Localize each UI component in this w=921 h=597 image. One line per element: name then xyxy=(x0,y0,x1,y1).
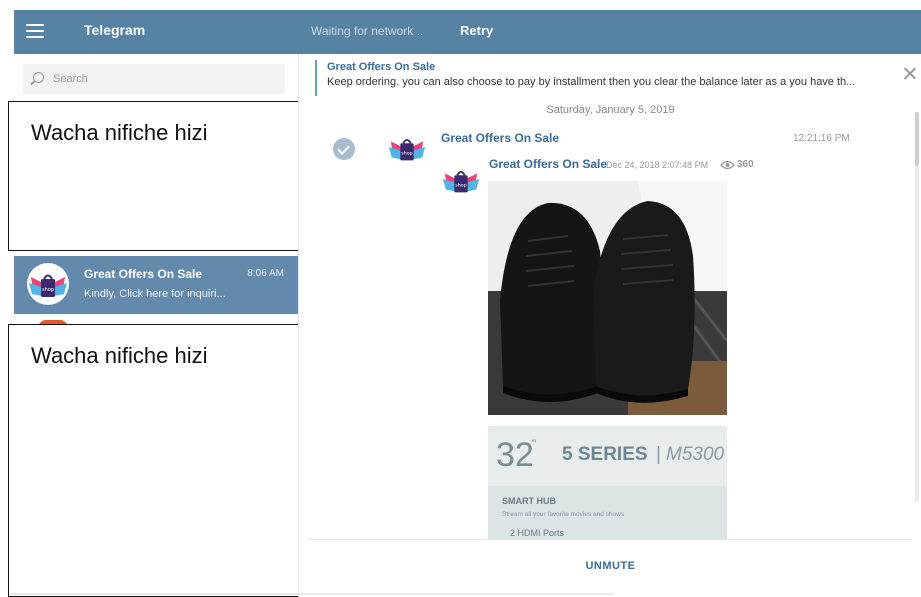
search-input[interactable] xyxy=(53,70,273,88)
date-separator: Saturday, January 5, 2019 xyxy=(546,104,675,116)
chat-panel: Great Offers On Sale Keep ordering. you … xyxy=(298,54,921,597)
tv-size: 32 xyxy=(496,436,534,474)
message-author[interactable]: Great Offers On Sale xyxy=(441,131,559,145)
app-title: Telegram xyxy=(84,22,146,38)
pinned-message[interactable]: Great Offers On Sale Keep ordering. you … xyxy=(315,60,915,96)
author-avatar[interactable]: shop xyxy=(387,128,427,168)
network-status: Waiting for network .. xyxy=(311,24,424,38)
scroll-thumb[interactable] xyxy=(915,112,919,166)
dialog-name: Great Offers On Sale xyxy=(84,267,203,281)
bottom-divider xyxy=(10,593,613,595)
top-header: Telegram Waiting for network .. Retry xyxy=(14,10,921,54)
svg-text:|: | xyxy=(656,444,661,465)
tv-feature-title: SMART HUB xyxy=(502,496,556,506)
forwarded-date: Dec 24, 2018 2:07:48 PM xyxy=(606,160,709,170)
search-box[interactable] xyxy=(23,64,285,94)
dialog-item-great-offers[interactable]: shop Great Offers On Sale 8:06 AM Kindly… xyxy=(14,256,298,314)
unmute-button[interactable]: UNMUTE xyxy=(309,560,912,572)
tv-size-unit: " xyxy=(532,437,536,451)
redaction-box: Wacha nifiche hizi xyxy=(8,101,303,251)
avatar: shop xyxy=(27,263,69,305)
forwarded-author-avatar[interactable]: shop xyxy=(441,160,481,200)
views-eye-icon xyxy=(720,160,735,170)
svg-text:shop: shop xyxy=(42,287,54,293)
search-icon xyxy=(33,72,44,83)
forwarded-author[interactable]: Great Offers On Sale xyxy=(489,157,607,171)
svg-text:shop: shop xyxy=(455,183,466,189)
tv-series: 5 SERIES xyxy=(562,444,648,465)
tv-ports: 2 HDMI Ports xyxy=(510,528,565,538)
hamburger-menu-icon[interactable] xyxy=(26,24,44,38)
retry-button[interactable]: Retry xyxy=(460,23,493,38)
chat-scrollbar[interactable] xyxy=(915,112,919,502)
dialog-preview: Kindly, Click here for inquiri... xyxy=(84,288,226,300)
close-pinned-icon[interactable] xyxy=(903,66,917,80)
message-time: 12:21:16 PM xyxy=(793,133,850,144)
dialog-time: 8:06 AM xyxy=(247,268,284,279)
tv-feature-text: Stream all your favorite movies and show… xyxy=(502,511,625,518)
pinned-title: Great Offers On Sale xyxy=(327,61,436,73)
selected-check-icon[interactable] xyxy=(333,138,355,160)
tv-model: M5300 xyxy=(666,444,725,465)
redaction-label: Wacha nifiche hizi xyxy=(31,343,208,368)
views-count: 360 xyxy=(737,159,754,170)
svg-text:shop: shop xyxy=(401,151,412,157)
tv-photo[interactable]: 32 " 5 SERIES | M5300 SMART HUB Stream a… xyxy=(488,426,727,540)
shoes-photo[interactable] xyxy=(488,181,727,415)
bottom-bar: UNMUTE xyxy=(309,539,912,595)
redaction-label: Wacha nifiche hizi xyxy=(31,120,208,145)
redaction-box: Wacha nifiche hizi xyxy=(8,324,303,597)
pinned-text: Keep ordering. you can also choose to pa… xyxy=(327,76,856,88)
